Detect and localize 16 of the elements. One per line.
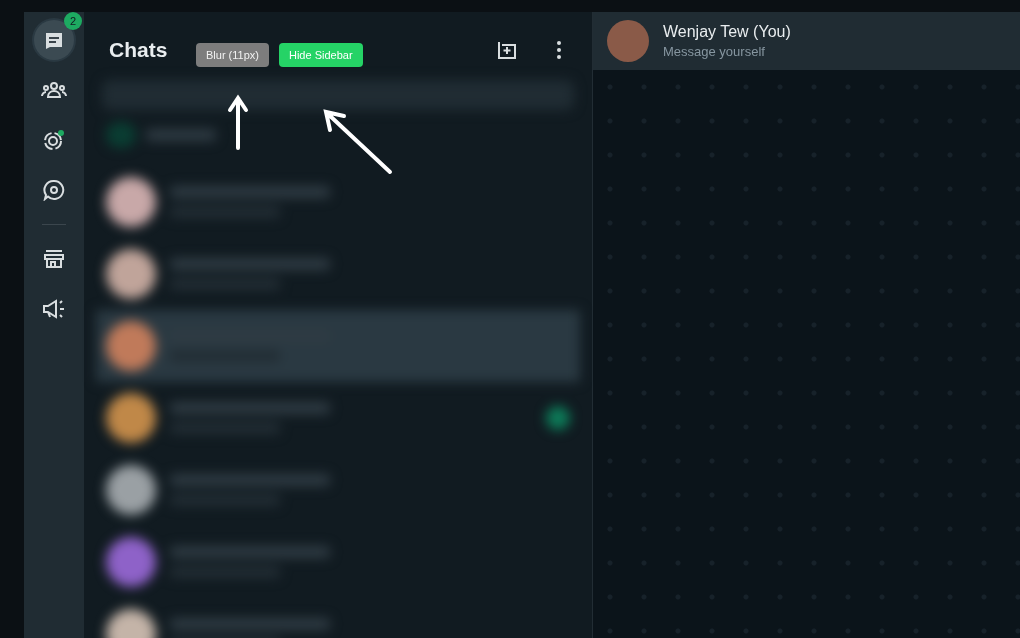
megaphone-icon (42, 299, 66, 319)
new-chat-icon[interactable] (496, 40, 518, 60)
conversation-header[interactable]: Wenjay Tew (You) Message yourself (593, 12, 1020, 70)
people-group-icon (41, 80, 67, 100)
contact-name: Wenjay Tew (You) (663, 23, 791, 41)
avatar-placeholder (607, 20, 649, 62)
contact-subtitle: Message yourself (663, 44, 766, 59)
chat-bubble-icon (43, 179, 65, 201)
overlay-button[interactable]: Blur (11px) (196, 43, 269, 67)
storefront-icon (43, 249, 65, 269)
menu-icon[interactable] (556, 40, 562, 60)
unread-count-badge: 2 (64, 12, 82, 30)
chat-icon (43, 30, 65, 50)
panel-title: Chats (109, 38, 168, 62)
status-ring-icon (43, 129, 65, 151)
overlay-button[interactable]: Hide Sidebar (279, 43, 363, 67)
